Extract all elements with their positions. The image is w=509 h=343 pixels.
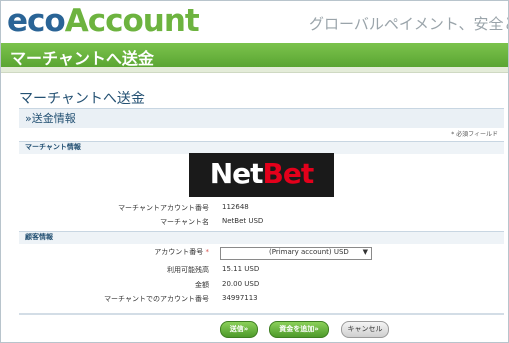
netbet-logo-bet: Bet: [262, 157, 315, 190]
customer-info-header: 顧客情報: [19, 231, 504, 244]
netbet-logo: NetBet: [189, 153, 334, 197]
account-number-label: アカウント番号 *: [49, 247, 209, 257]
required-star: *: [205, 248, 210, 256]
title-bar-text: マーチャントへ送金: [10, 49, 154, 68]
required-note: * 必須フィールド: [451, 131, 498, 138]
merchant-account-label: マーチャントアカウント番号: [118, 204, 209, 212]
available-balance-value: 15.11 USD: [222, 265, 260, 273]
logo-eco-text: eco: [7, 3, 66, 39]
merchant-side-account-value: 34997113: [222, 294, 258, 302]
amount-label: 金額: [195, 281, 209, 289]
ecoaccount-logo[interactable]: ecoAccount: [7, 2, 200, 40]
cancel-button[interactable]: キャンセル: [341, 321, 389, 338]
merchant-account-value: 112648: [222, 203, 249, 211]
page-title: マーチャントへ送金: [19, 91, 145, 107]
send-button[interactable]: 送信»: [220, 321, 258, 338]
sub-strip: [1, 67, 508, 73]
section-header: »送金情報: [19, 108, 504, 128]
merchant-name-value: NetBet USD: [222, 217, 264, 225]
netbet-logo-text: NetBet: [189, 157, 334, 191]
divider: [19, 313, 504, 315]
netbet-logo-net: Net: [209, 157, 264, 190]
merchant-name-label: マーチャント名: [160, 218, 209, 226]
dropdown-arrow-icon: ▼: [362, 248, 368, 256]
account-select-value: (Primary account) USD: [269, 248, 349, 256]
account-select[interactable]: (Primary account) USD ▼: [220, 247, 372, 260]
logo-account-text: Account: [64, 3, 200, 39]
add-funds-button[interactable]: 資金を追加»: [269, 321, 329, 338]
amount-value: 20.00 USD: [222, 280, 260, 288]
merchant-info-title: マーチャント情報: [25, 143, 81, 151]
available-balance-label: 利用可能残高: [167, 266, 209, 274]
merchant-side-account-label: マーチャントでのアカウント番号: [104, 295, 209, 303]
page-frame: ecoAccount グローバルペイメント、安全と簡単 マーチャントへ送金 マー…: [0, 0, 509, 343]
section-title: »送金情報: [25, 112, 76, 125]
customer-info-title: 顧客情報: [25, 233, 53, 241]
header: ecoAccount グローバルペイメント、安全と簡単: [1, 1, 508, 43]
title-bar: マーチャントへ送金: [1, 43, 508, 68]
account-number-label-text: アカウント番号: [154, 248, 204, 256]
header-tagline: グローバルペイメント、安全と簡単: [309, 15, 508, 33]
